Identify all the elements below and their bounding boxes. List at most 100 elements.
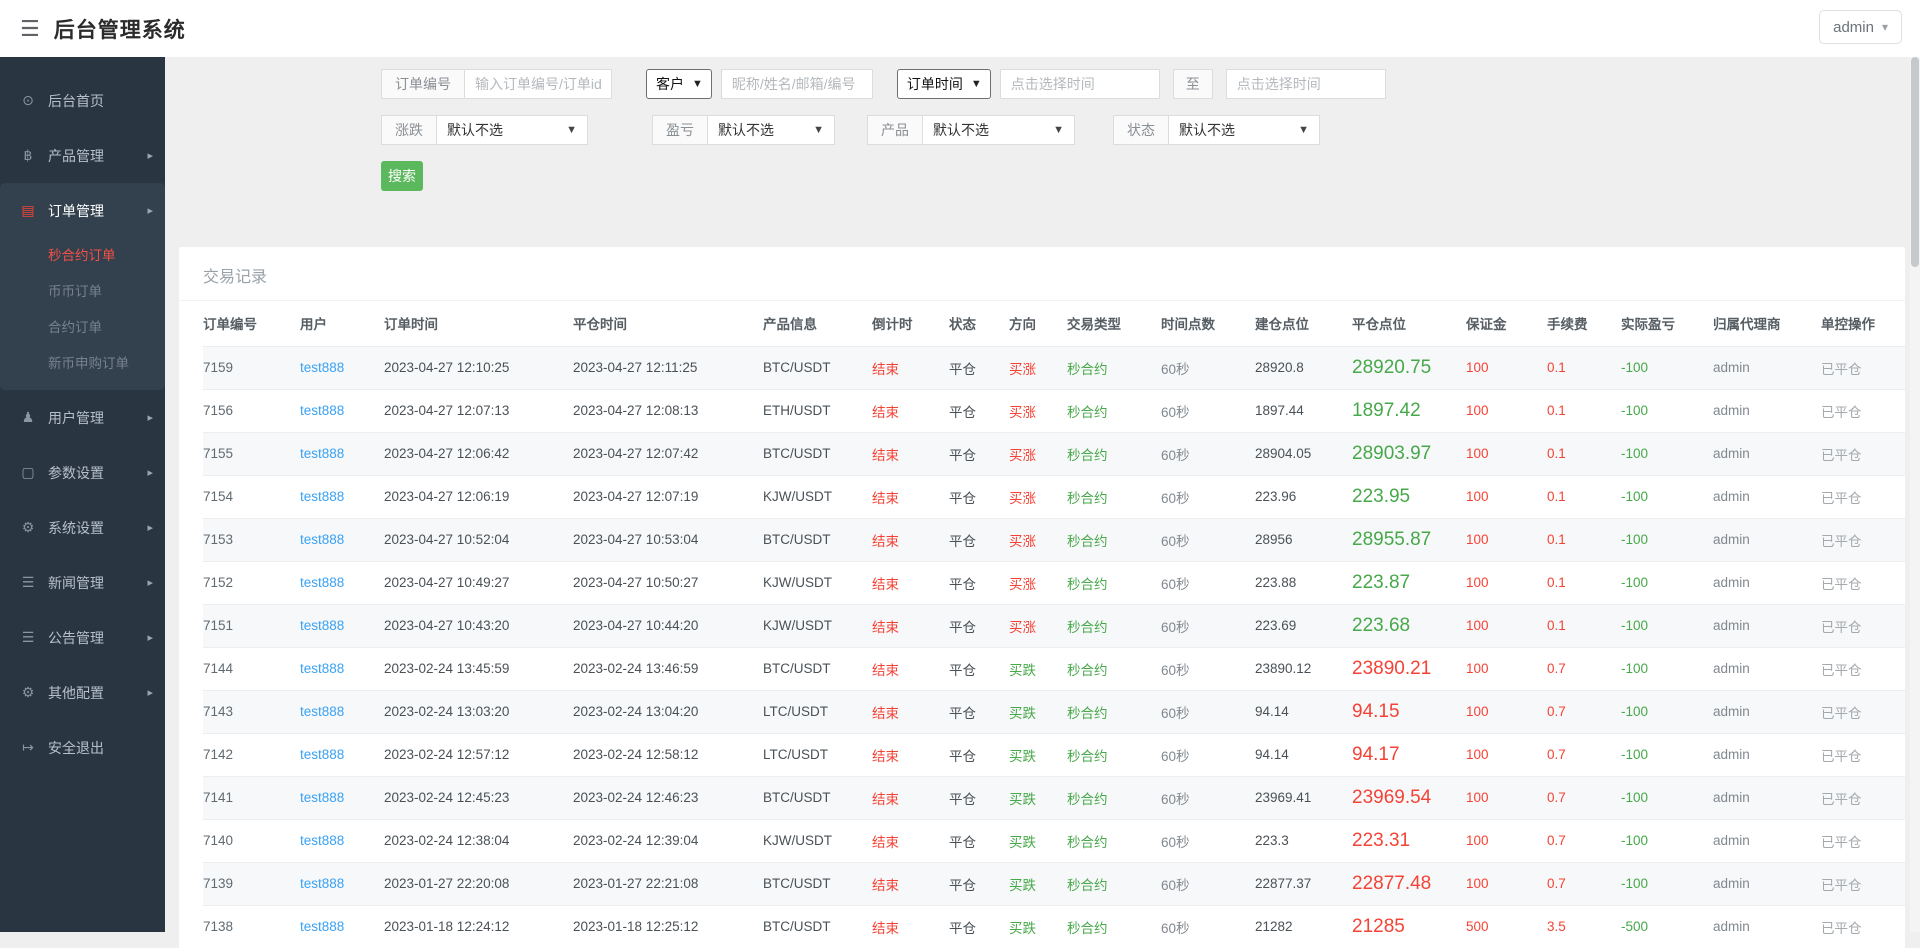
cell-product: LTC/USDT (763, 690, 872, 733)
sidebar-item-5[interactable]: ▢参数设置▸ (0, 445, 165, 500)
cell-profit: -100 (1621, 346, 1713, 389)
column-header: 订单编号 (203, 301, 300, 346)
cell-trade-type: 秒合约 (1067, 389, 1161, 432)
scrollbar-thumb[interactable] (1911, 57, 1919, 267)
cell-direction: 买涨 (1009, 432, 1067, 475)
cell-profit: -100 (1621, 733, 1713, 776)
cell-period: 60秒 (1161, 647, 1255, 690)
cell-control: 已平仓 (1821, 819, 1905, 862)
cell-close-price: 28955.87 (1352, 518, 1466, 561)
cell-user[interactable]: test888 (300, 561, 384, 604)
cell-status: 平仓 (949, 518, 1009, 561)
menu-toggle-icon[interactable]: ☰ (20, 16, 40, 42)
cell-control: 已平仓 (1821, 905, 1905, 948)
cell-margin: 100 (1466, 819, 1547, 862)
cell-direction: 买跌 (1009, 647, 1067, 690)
sidebar-item-1[interactable]: ⊙后台首页 (0, 73, 165, 128)
cell-fee: 0.1 (1547, 475, 1621, 518)
cell-direction: 买涨 (1009, 518, 1067, 561)
cell-open-time: 2023-04-27 10:52:04 (384, 518, 573, 561)
search-button[interactable]: 搜索 (381, 161, 423, 191)
filter-row-2: 涨跌 默认不选 ▼ 盈亏 默认不选 ▼ 产品 默认不选 ▼ (381, 115, 1920, 145)
cell-open-time: 2023-04-27 10:49:27 (384, 561, 573, 604)
sidebar-item-2[interactable]: ฿产品管理▸ (0, 128, 165, 183)
cell-user[interactable]: test888 (300, 389, 384, 432)
status-select[interactable]: 默认不选 ▼ (1168, 115, 1320, 145)
cell-user[interactable]: test888 (300, 819, 384, 862)
cell-open-time: 2023-04-27 12:06:19 (384, 475, 573, 518)
customer-input[interactable] (721, 69, 873, 99)
sidebar-subitem-4[interactable]: 新币申购订单 (0, 346, 165, 382)
profit-select[interactable]: 默认不选 ▼ (707, 115, 835, 145)
cell-product: BTC/USDT (763, 518, 872, 561)
sidebar-item-6[interactable]: ⚙系统设置▸ (0, 500, 165, 555)
document-icon: ▢ (20, 464, 36, 481)
sidebar-item-8[interactable]: ☰公告管理▸ (0, 610, 165, 665)
cell-fee: 0.1 (1547, 604, 1621, 647)
cell-countdown: 结束 (872, 432, 949, 475)
cell-user[interactable]: test888 (300, 690, 384, 733)
cell-profit: -100 (1621, 776, 1713, 819)
cell-status: 平仓 (949, 346, 1009, 389)
trade-records-card: 交易记录 订单编号用户订单时间平仓时间产品信息倒计时状态方向交易类型时间点数建仓… (179, 247, 1905, 948)
cell-user[interactable]: test888 (300, 905, 384, 948)
customer-type-select[interactable]: 客户 ▼ (646, 69, 712, 99)
vertical-scrollbar[interactable] (1910, 57, 1920, 932)
cell-fee: 0.1 (1547, 389, 1621, 432)
column-header: 平仓时间 (573, 301, 763, 346)
sidebar-item-9[interactable]: ⚙其他配置▸ (0, 665, 165, 720)
cell-agent: admin (1713, 905, 1821, 948)
cell-user[interactable]: test888 (300, 733, 384, 776)
sidebar-item-3[interactable]: ▤订单管理▸ (0, 183, 165, 238)
cell-product: KJW/USDT (763, 561, 872, 604)
cell-user[interactable]: test888 (300, 776, 384, 819)
updown-value: 默认不选 (447, 120, 503, 140)
cell-close-time: 2023-02-24 13:04:20 (573, 690, 763, 733)
cell-fee: 0.1 (1547, 432, 1621, 475)
cell-product: BTC/USDT (763, 346, 872, 389)
cell-agent: admin (1713, 561, 1821, 604)
order-no-input[interactable] (464, 69, 612, 99)
cell-close-time: 2023-04-27 12:07:19 (573, 475, 763, 518)
cell-agent: admin (1713, 647, 1821, 690)
cell-user[interactable]: test888 (300, 518, 384, 561)
cell-product: BTC/USDT (763, 862, 872, 905)
cell-status: 平仓 (949, 432, 1009, 475)
cell-trade-type: 秒合约 (1067, 432, 1161, 475)
time-type-select[interactable]: 订单时间 ▼ (897, 69, 991, 99)
cell-close-price: 223.68 (1352, 604, 1466, 647)
cell-direction: 买涨 (1009, 389, 1067, 432)
cell-margin: 100 (1466, 561, 1547, 604)
cell-countdown: 结束 (872, 776, 949, 819)
cell-product: BTC/USDT (763, 905, 872, 948)
status-filter: 状态 默认不选 ▼ (1113, 115, 1320, 145)
cell-user[interactable]: test888 (300, 604, 384, 647)
cell-id: 7151 (203, 604, 300, 647)
time-to-input[interactable] (1226, 69, 1386, 99)
column-header: 状态 (949, 301, 1009, 346)
cell-agent: admin (1713, 690, 1821, 733)
sidebar-item-4[interactable]: ♟用户管理▸ (0, 390, 165, 445)
logout-icon: ↦ (20, 739, 36, 756)
sidebar-subitem-3[interactable]: 合约订单 (0, 310, 165, 346)
sidebar-item-label: 用户管理 (48, 408, 104, 428)
cell-user[interactable]: test888 (300, 432, 384, 475)
sidebar-subitem-2[interactable]: 币币订单 (0, 274, 165, 310)
cell-margin: 100 (1466, 389, 1547, 432)
cell-fee: 0.1 (1547, 518, 1621, 561)
cell-user[interactable]: test888 (300, 862, 384, 905)
cell-user[interactable]: test888 (300, 346, 384, 389)
cell-close-price: 23969.54 (1352, 776, 1466, 819)
cell-user[interactable]: test888 (300, 647, 384, 690)
time-from-input[interactable] (1000, 69, 1160, 99)
sidebar-subitem-1[interactable]: 秒合约订单 (0, 238, 165, 274)
cell-margin: 100 (1466, 733, 1547, 776)
cell-direction: 买涨 (1009, 346, 1067, 389)
product-select[interactable]: 默认不选 ▼ (922, 115, 1075, 145)
sidebar-item-10[interactable]: ↦安全退出 (0, 720, 165, 775)
updown-select[interactable]: 默认不选 ▼ (436, 115, 588, 145)
cell-trade-type: 秒合约 (1067, 690, 1161, 733)
cell-user[interactable]: test888 (300, 475, 384, 518)
sidebar-item-7[interactable]: ☰新闻管理▸ (0, 555, 165, 610)
user-menu[interactable]: admin ▾ (1819, 10, 1902, 44)
